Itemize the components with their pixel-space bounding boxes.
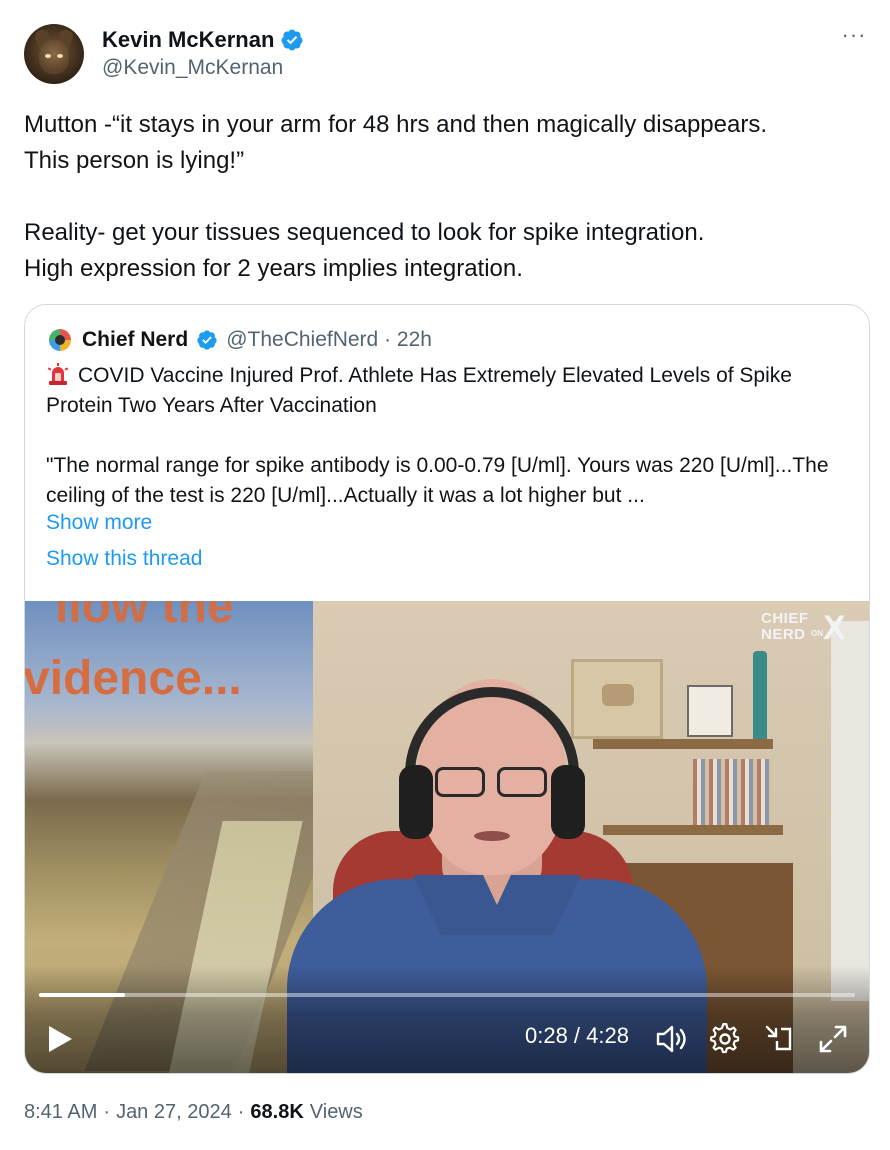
logo-x: X: [823, 609, 846, 647]
ellipsis-icon[interactable]: ···: [840, 24, 868, 48]
video-player[interactable]: llow the vidence... CHIEF NERD ON X 0:28…: [25, 601, 869, 1073]
tweet-text: Mutton -“it stays in your arm for 48 hrs…: [24, 107, 870, 287]
quote-header: Chief Nerd @TheChiefNerd · 22h: [46, 325, 432, 355]
author-display-name[interactable]: Kevin McKernan: [102, 27, 274, 53]
room-window: [831, 621, 869, 1001]
tweet-footer: 8:41 AM · Jan 27, 2024 · 68.8K Views: [24, 1098, 363, 1126]
headphone-cup-left: [399, 765, 433, 839]
views-label[interactable]: Views: [310, 1101, 363, 1124]
quote-body: "The normal range for spike antibody is …: [46, 454, 835, 507]
volume-icon[interactable]: [655, 1023, 689, 1055]
fullscreen-icon[interactable]: [817, 1023, 849, 1055]
verified-badge-icon[interactable]: [280, 28, 304, 52]
quote-verified-badge-icon: [197, 330, 217, 350]
tweet-time[interactable]: 8:41 AM: [24, 1101, 97, 1124]
avatar-face: [39, 40, 69, 74]
author-handle[interactable]: @Kevin_McKernan: [102, 56, 283, 80]
logo-line-1: CHIEF: [761, 610, 809, 627]
tweet-header: Kevin McKernan @Kevin_McKernan ···: [24, 24, 870, 88]
quote-avatar-center: [55, 335, 65, 345]
quote-handle-time[interactable]: @TheChiefNerd · 22h: [226, 328, 432, 352]
video-controls-shade: [25, 965, 869, 1073]
channel-watermark-logo: CHIEF NERD ON X: [761, 611, 861, 647]
quote-text: COVID Vaccine Injured Prof. Athlete Has …: [46, 361, 846, 511]
avatar-eye-right: [57, 54, 63, 58]
video-progress-bar[interactable]: [39, 993, 855, 997]
views-count[interactable]: 68.8K: [250, 1101, 303, 1124]
tweet-date[interactable]: Jan 27, 2024: [116, 1101, 232, 1124]
video-time: 0:28 / 4:28: [525, 1023, 629, 1048]
quoted-tweet[interactable]: Chief Nerd @TheChiefNerd · 22h COVID Vac…: [24, 304, 870, 1074]
author-avatar[interactable]: [24, 24, 84, 84]
quote-avatar[interactable]: [46, 326, 74, 354]
quote-display-name[interactable]: Chief Nerd: [82, 328, 188, 352]
poster-text-2: vidence...: [25, 652, 242, 705]
tweet-paragraph-1: Mutton -“it stays in your arm for 48 hrs…: [24, 111, 767, 174]
tweet-paragraph-2: Reality- get your tissues sequenced to l…: [24, 219, 705, 282]
speaker-glasses: [435, 767, 551, 799]
logo-line-2: NERD: [761, 626, 806, 643]
poster-text-1: llow the: [55, 601, 234, 633]
glasses-lens-right: [497, 767, 547, 797]
glasses-lens-left: [435, 767, 485, 797]
logo-text: CHIEF NERD: [761, 611, 809, 643]
logo-on: ON: [811, 629, 823, 638]
author-name-row: Kevin McKernan: [102, 26, 304, 54]
video-progress-fill: [39, 993, 125, 997]
room-bottle: [753, 651, 767, 739]
quote-headline-line: COVID Vaccine Injured Prof. Athlete Has …: [46, 361, 846, 421]
headphone-cup-right: [551, 765, 585, 839]
settings-gear-icon[interactable]: [709, 1023, 741, 1055]
footer-separator-1: ·: [103, 1100, 111, 1123]
show-thread-link[interactable]: Show this thread: [46, 547, 202, 571]
footer-separator-2: ·: [237, 1100, 245, 1123]
avatar-eye-left: [45, 54, 51, 58]
police-light-icon: [47, 363, 69, 385]
show-more-link[interactable]: Show more: [46, 511, 152, 535]
play-icon[interactable]: [47, 1025, 73, 1053]
quote-headline: COVID Vaccine Injured Prof. Athlete Has …: [46, 364, 798, 417]
speaker-mouth: [474, 831, 510, 841]
dock-icon[interactable]: [763, 1023, 795, 1055]
